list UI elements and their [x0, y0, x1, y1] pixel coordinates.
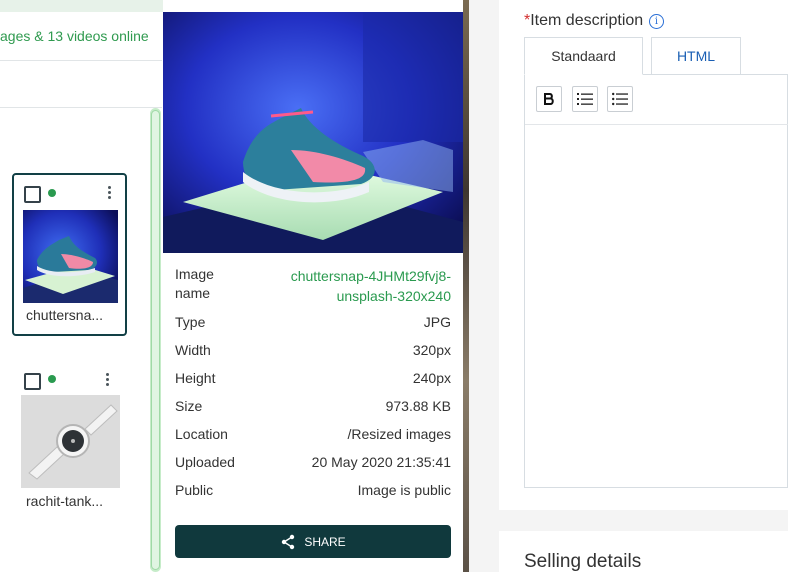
bullet-list-button[interactable]: [607, 86, 633, 112]
item-description-text: Item description: [530, 12, 644, 29]
more-options-icon[interactable]: [108, 186, 112, 201]
media-card[interactable]: rachit-tank...: [12, 364, 127, 524]
bullet-list-icon: [612, 92, 628, 106]
detail-key: Public: [175, 482, 214, 498]
share-button-label: SHARE: [304, 534, 346, 549]
detail-row-image-name: Image name chuttersnap-4JHMt29fvj8- unspla…: [175, 266, 451, 306]
detail-value: /Resized images: [347, 426, 452, 442]
detail-key: Width: [175, 342, 211, 358]
detail-key: Type: [175, 314, 206, 330]
bold-button[interactable]: [536, 86, 562, 112]
media-toolbar-row: [0, 61, 162, 108]
media-card-selected[interactable]: chuttersna...: [12, 173, 127, 336]
media-count-status: ages & 13 videos online: [0, 28, 149, 44]
tab-html[interactable]: HTML: [651, 37, 741, 75]
detail-value: 20 May 2020 21:35:41: [311, 454, 451, 470]
detail-value: JPG: [423, 314, 451, 330]
share-button[interactable]: SHARE: [175, 525, 451, 558]
media-thumbnail[interactable]: [21, 395, 120, 488]
detail-key-line1: Image: [175, 266, 214, 282]
editor-toolbar-divider: [525, 124, 788, 125]
detail-value: 240px: [412, 370, 451, 386]
item-description-label: *Item description: [524, 12, 643, 30]
scrollbar-thumb[interactable]: [151, 110, 160, 570]
detail-key: Location: [175, 426, 228, 442]
detail-value: Image is public: [357, 482, 451, 498]
description-editor[interactable]: [524, 74, 788, 488]
ordered-list-icon: [577, 93, 593, 105]
detail-key-line2: name: [175, 285, 211, 301]
image-name-line2[interactable]: unsplash-320x240: [337, 288, 451, 304]
bold-icon: [544, 93, 554, 105]
selling-details-heading: Selling details: [524, 551, 642, 572]
select-checkbox[interactable]: [24, 186, 41, 203]
sneaker-preview-image: [163, 12, 463, 253]
image-name-line1[interactable]: chuttersnap-4JHMt29fvj8-: [291, 268, 451, 284]
ordered-list-button[interactable]: [572, 86, 598, 112]
image-name-link[interactable]: chuttersnap-4JHMt29fvj8- unsplash-320x240: [291, 266, 451, 306]
media-file-name: chuttersna...: [26, 307, 104, 323]
online-status-dot: [48, 375, 56, 383]
detail-value: 973.88 KB: [385, 398, 451, 414]
media-thumbnail[interactable]: [23, 210, 118, 303]
share-icon: [282, 534, 295, 549]
media-file-name: rachit-tank...: [26, 493, 104, 509]
more-options-icon[interactable]: [106, 373, 110, 388]
panel-divider: [463, 0, 469, 572]
info-icon[interactable]: i: [649, 14, 664, 29]
detail-key: Height: [175, 370, 216, 386]
detail-key: Image name: [175, 266, 214, 304]
sneaker-thumbnail-image: [23, 210, 118, 303]
online-status-dot: [48, 189, 56, 197]
image-preview: [163, 12, 463, 253]
watch-thumbnail-image: [21, 395, 120, 488]
select-checkbox[interactable]: [24, 373, 41, 390]
detail-key: Size: [175, 398, 203, 414]
detail-key: Uploaded: [175, 454, 235, 470]
tab-standaard[interactable]: Standaard: [524, 37, 643, 75]
detail-value: 320px: [412, 342, 451, 358]
